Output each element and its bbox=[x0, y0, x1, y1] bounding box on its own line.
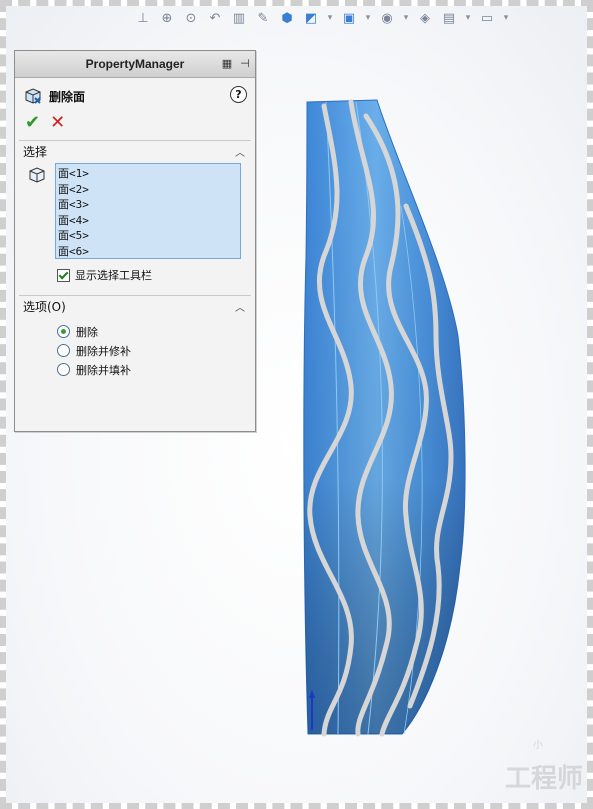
chevron-up-icon[interactable]: ︿ bbox=[235, 299, 245, 314]
chevron-up-icon[interactable]: ︿ bbox=[235, 144, 245, 159]
property-manager-title: PropertyManager bbox=[85, 57, 185, 71]
option-label: 删除并填补 bbox=[76, 363, 131, 377]
radio-delete[interactable] bbox=[57, 325, 70, 338]
option-label: 删除 bbox=[76, 325, 98, 339]
list-item[interactable]: 面<2> bbox=[58, 182, 238, 198]
option-delete-and-fill[interactable]: 删除并填补 bbox=[57, 360, 251, 379]
show-selection-toolbar-checkbox[interactable] bbox=[57, 268, 70, 282]
property-manager-header: PropertyManager ▦ ⊣ bbox=[15, 51, 255, 78]
ok-button[interactable]: ✔ bbox=[25, 112, 40, 133]
radio-delete-and-patch[interactable] bbox=[57, 344, 70, 357]
graphics-area[interactable]: ⊥ ⊕ ⊙ ↶ ▥ ✎ ⬢ ◩ ▾ ▣ ▾ ◉ ▾ ◈ ▤ ▾ ▭ ▾ 小 工程… bbox=[6, 6, 587, 803]
list-item[interactable]: 面<3> bbox=[58, 197, 238, 213]
show-selection-toolbar-label: 显示选择工具栏 bbox=[75, 269, 152, 282]
options-section-header[interactable]: 选项(O) ︿ bbox=[19, 296, 251, 316]
list-item[interactable]: 面<5> bbox=[58, 228, 238, 244]
watermark-small: 小 bbox=[533, 740, 543, 751]
pin-icon[interactable]: ⊣ bbox=[237, 55, 253, 71]
faces-selection-list[interactable]: 面<1> 面<2> 面<3> 面<4> 面<5> 面<6> bbox=[55, 163, 241, 259]
selection-section-header[interactable]: 选择 ︿ bbox=[19, 141, 251, 161]
property-manager-panel: PropertyManager ▦ ⊣ 删除面 ? ✔ ✕ 选择 ︿ 面<1> … bbox=[14, 50, 256, 432]
feature-name: 删除面 bbox=[49, 89, 86, 104]
cancel-button[interactable]: ✕ bbox=[50, 112, 65, 133]
feature-title-row: 删除面 ? bbox=[15, 82, 255, 110]
option-delete[interactable]: 删除 bbox=[57, 322, 251, 341]
option-delete-and-patch[interactable]: 删除并修补 bbox=[57, 341, 251, 360]
watermark: 工程师 bbox=[504, 764, 583, 794]
radio-delete-and-fill[interactable] bbox=[57, 363, 70, 376]
list-item[interactable]: 面<6> bbox=[58, 244, 238, 260]
face-selection-icon bbox=[29, 167, 45, 183]
options-section-title: 选项(O) bbox=[23, 299, 66, 314]
list-item[interactable]: 面<4> bbox=[58, 213, 238, 229]
option-label: 删除并修补 bbox=[76, 344, 131, 358]
selection-section-title: 选择 bbox=[23, 144, 48, 159]
selection-section: 选择 ︿ 面<1> 面<2> 面<3> 面<4> 面<5> 面<6> 显示选择工… bbox=[19, 140, 251, 283]
delete-face-icon bbox=[25, 88, 41, 104]
help-icon[interactable]: ? bbox=[230, 86, 247, 103]
list-item[interactable]: 面<1> bbox=[58, 166, 238, 182]
options-section: 选项(O) ︿ 删除 删除并修补 删除并填补 bbox=[19, 295, 251, 379]
panel-layout-icon[interactable]: ▦ bbox=[219, 55, 235, 71]
show-selection-toolbar-row[interactable]: 显示选择工具栏 bbox=[19, 259, 251, 283]
